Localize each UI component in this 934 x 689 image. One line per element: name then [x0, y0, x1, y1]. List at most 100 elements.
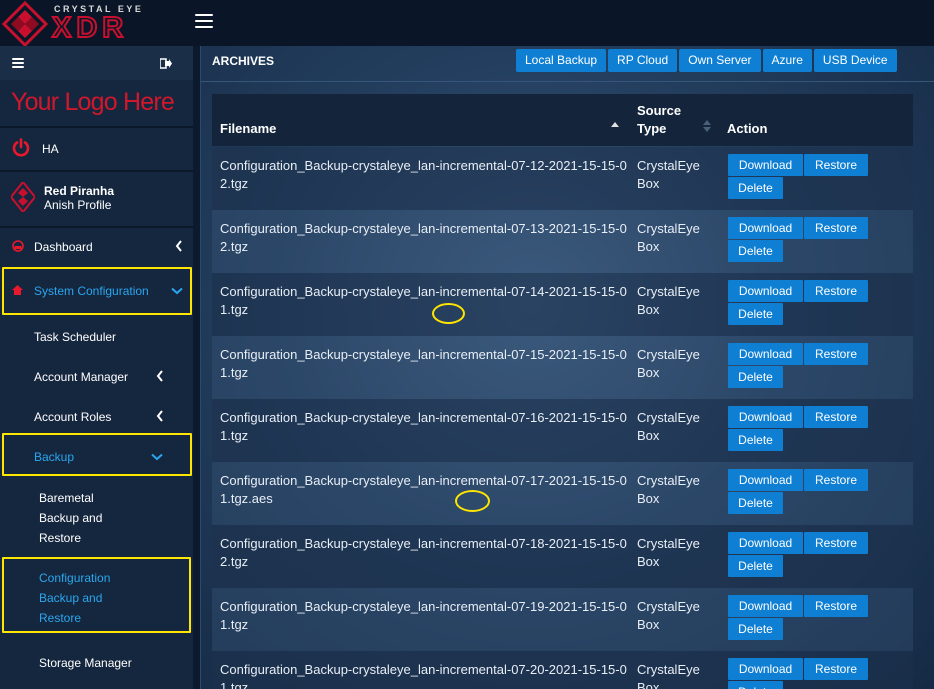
- sidebar-collapse-icon[interactable]: [12, 58, 24, 70]
- table-row: Configuration_Backup-crystaleye_lan-incr…: [212, 588, 913, 651]
- restore-button[interactable]: Restore: [804, 343, 868, 365]
- delete-button[interactable]: Delete: [728, 492, 783, 514]
- restore-button[interactable]: Restore: [804, 154, 868, 176]
- sidebar-item-label: Baremetal Backup and Restore: [39, 491, 103, 545]
- sidebar-toolbar: [0, 46, 193, 80]
- download-button[interactable]: Download: [728, 280, 803, 302]
- logout-icon[interactable]: [160, 58, 172, 69]
- filename-cell: Configuration_Backup-crystaleye_lan-incr…: [220, 284, 627, 317]
- sidebar-item-label: System Configuration: [34, 284, 149, 298]
- tab-local-backup[interactable]: Local Backup: [516, 49, 607, 72]
- restore-button[interactable]: Restore: [804, 469, 868, 491]
- restore-button[interactable]: Restore: [804, 532, 868, 554]
- download-button[interactable]: Download: [728, 469, 803, 491]
- delete-button[interactable]: Delete: [728, 240, 783, 262]
- sort-ascending-icon[interactable]: [611, 122, 619, 127]
- source-type-cell: CrystalEye Box: [637, 347, 700, 380]
- download-button[interactable]: Download: [728, 343, 803, 365]
- restore-button[interactable]: Restore: [804, 595, 868, 617]
- filename-cell: Configuration_Backup-crystaleye_lan-incr…: [220, 221, 627, 254]
- tab-usb-device[interactable]: USB Device: [813, 49, 897, 72]
- chevron-left-icon: [156, 370, 163, 382]
- divider: [201, 81, 934, 82]
- sidebar-item-task-scheduler[interactable]: Task Scheduler: [0, 318, 193, 356]
- source-type-cell: CrystalEye Box: [637, 662, 700, 689]
- column-header-action: Action: [727, 121, 768, 136]
- filename-cell: Configuration_Backup-crystaleye_lan-incr…: [220, 599, 627, 632]
- restore-button[interactable]: Restore: [804, 217, 868, 239]
- filename-cell: Configuration_Backup-crystaleye_lan-incr…: [220, 158, 627, 191]
- tab-own-server[interactable]: Own Server: [679, 49, 761, 72]
- delete-button[interactable]: Delete: [728, 366, 783, 388]
- sidebar-item-storage-manager[interactable]: Storage Manager: [0, 644, 193, 682]
- sidebar-item-label: Task Scheduler: [34, 330, 117, 344]
- download-button[interactable]: Download: [728, 154, 803, 176]
- sort-icon[interactable]: [703, 120, 711, 132]
- tab-rp-cloud[interactable]: RP Cloud: [608, 49, 678, 72]
- table-row: Configuration_Backup-crystaleye_lan-incr…: [212, 273, 913, 336]
- download-button[interactable]: Download: [728, 532, 803, 554]
- sidebar-item-label: Account Roles: [34, 410, 112, 424]
- menu-toggle-icon[interactable]: [195, 14, 213, 30]
- delete-button[interactable]: Delete: [728, 303, 783, 325]
- filename-cell: Configuration_Backup-crystaleye_lan-incr…: [220, 410, 627, 443]
- dashboard-icon: [12, 240, 24, 252]
- chevron-down-icon: [171, 287, 183, 295]
- sidebar-item-configuration-backup[interactable]: Configuration Backup and Restore: [0, 566, 193, 628]
- delete-button[interactable]: Delete: [728, 555, 783, 577]
- home-icon: [12, 285, 23, 295]
- tab-azure[interactable]: Azure: [762, 49, 812, 72]
- source-type-cell: CrystalEye Box: [637, 284, 700, 317]
- ha-label: HA: [42, 142, 59, 156]
- delete-button[interactable]: Delete: [728, 177, 783, 199]
- filename-cell: Configuration_Backup-crystaleye_lan-incr…: [220, 536, 627, 569]
- column-header-filename[interactable]: Filename: [220, 121, 276, 136]
- restore-button[interactable]: Restore: [804, 406, 868, 428]
- delete-button[interactable]: Delete: [728, 681, 783, 689]
- annotation-circle: [455, 490, 490, 512]
- top-bar: CRYSTAL EYE XDR: [0, 0, 934, 47]
- table-row: Configuration_Backup-crystaleye_lan-incr…: [212, 462, 913, 525]
- source-type-cell: CrystalEye Box: [637, 221, 700, 254]
- table-row: Configuration_Backup-crystaleye_lan-incr…: [212, 147, 913, 210]
- sidebar-item-label: Dashboard: [34, 240, 93, 254]
- download-button[interactable]: Download: [728, 217, 803, 239]
- sidebar-item-system-configuration[interactable]: System Configuration: [0, 272, 193, 310]
- chevron-down-icon: [151, 453, 163, 461]
- source-type-cell: CrystalEye Box: [637, 158, 700, 191]
- sidebar-item-label: Account Manager: [34, 370, 129, 384]
- storage-source-tabs: Local Backup RP Cloud Own Server Azure U…: [516, 49, 897, 72]
- download-button[interactable]: Download: [728, 406, 803, 428]
- power-icon: [12, 138, 30, 157]
- custom-logo: Your Logo Here: [11, 88, 175, 116]
- crystal-eye-logo-icon: [2, 1, 48, 47]
- main-content: ARCHIVES Local Backup RP Cloud Own Serve…: [200, 46, 934, 689]
- filename-cell: Configuration_Backup-crystaleye_lan-incr…: [220, 347, 627, 380]
- profile-name: Red Piranha: [44, 184, 115, 198]
- column-header-source-type[interactable]: Source Type: [637, 102, 697, 138]
- page-title: ARCHIVES: [212, 54, 275, 68]
- delete-button[interactable]: Delete: [728, 618, 783, 640]
- restore-button[interactable]: Restore: [804, 280, 868, 302]
- brand[interactable]: CRYSTAL EYE XDR: [0, 0, 193, 47]
- download-button[interactable]: Download: [728, 658, 803, 680]
- table-row: Configuration_Backup-crystaleye_lan-incr…: [212, 651, 913, 689]
- sidebar-item-baremetal-backup[interactable]: Baremetal Backup and Restore: [0, 486, 193, 548]
- annotation-circle: [432, 303, 465, 324]
- sidebar-item-backup[interactable]: Backup: [0, 438, 193, 476]
- profile-card[interactable]: Red Piranha Anish Profile: [0, 172, 193, 224]
- table-row: Configuration_Backup-crystaleye_lan-incr…: [212, 525, 913, 588]
- chevron-left-icon: [156, 410, 163, 422]
- sidebar-item-account-manager[interactable]: Account Manager: [0, 358, 193, 396]
- sidebar-item-account-roles[interactable]: Account Roles: [0, 398, 193, 436]
- table-row: Configuration_Backup-crystaleye_lan-incr…: [212, 210, 913, 273]
- sidebar-item-label: Backup: [34, 450, 75, 464]
- table-row: Configuration_Backup-crystaleye_lan-incr…: [212, 399, 913, 462]
- ha-item[interactable]: HA: [0, 128, 193, 170]
- sidebar-item-dashboard[interactable]: Dashboard: [0, 228, 193, 266]
- restore-button[interactable]: Restore: [804, 658, 868, 680]
- delete-button[interactable]: Delete: [728, 429, 783, 451]
- source-type-cell: CrystalEye Box: [637, 473, 700, 506]
- table-header: Filename Source Type Action: [212, 94, 913, 146]
- download-button[interactable]: Download: [728, 595, 803, 617]
